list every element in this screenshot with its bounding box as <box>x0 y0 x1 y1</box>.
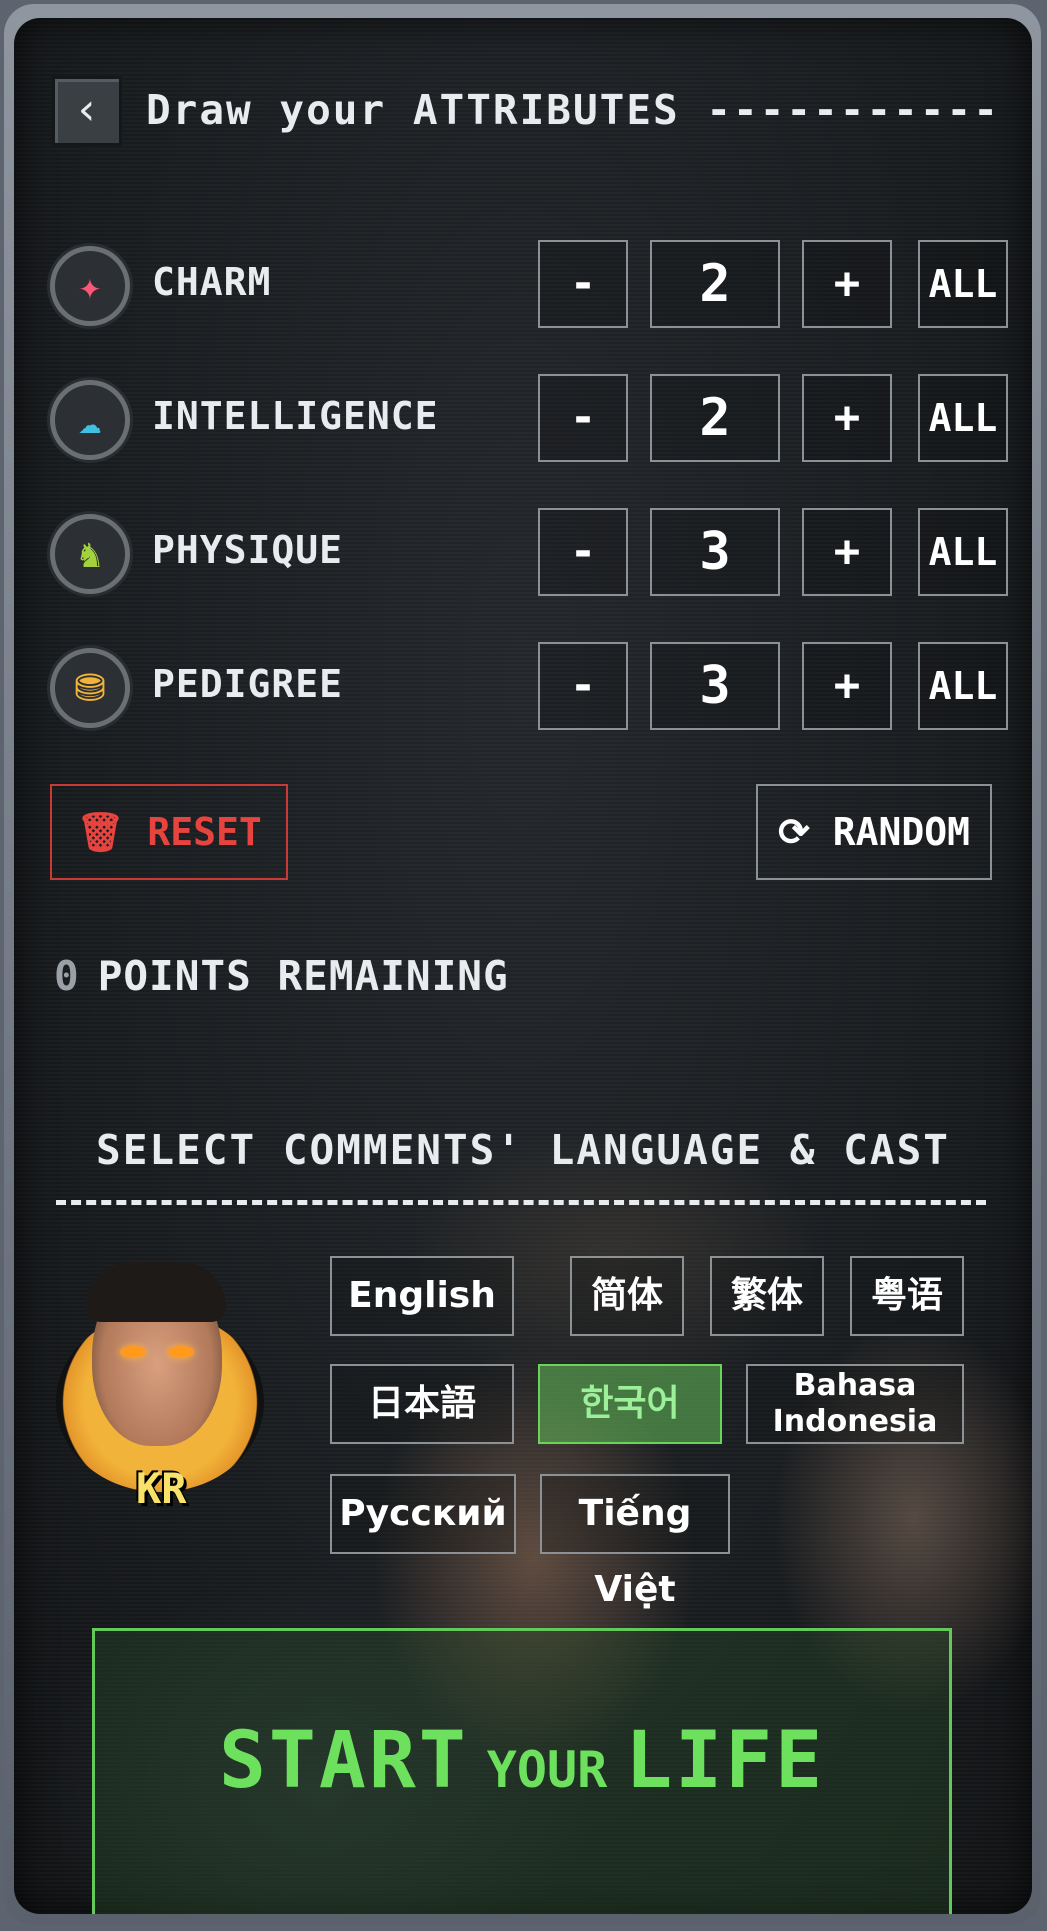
decrease-button[interactable]: - <box>538 374 628 462</box>
your-word: YOUR <box>486 1741 608 1799</box>
decrease-button[interactable]: - <box>538 508 628 596</box>
increase-button[interactable]: + <box>802 374 892 462</box>
flexed-bicep-icon: ♞ <box>78 532 102 576</box>
attribute-label: PHYSIQUE <box>152 528 344 572</box>
attribute-icon-ring: ✦ <box>50 246 130 326</box>
increase-button[interactable]: + <box>802 240 892 328</box>
language-option[interactable]: 日本語 <box>330 1364 514 1444</box>
avatar-hair <box>86 1262 226 1322</box>
page-title: Draw your ATTRIBUTES ----------- <box>146 86 1000 134</box>
language-option[interactable]: 繁体 <box>710 1256 824 1336</box>
trash-icon: 🗑 <box>76 810 125 854</box>
attribute-value: 2 <box>650 374 780 462</box>
all-button[interactable]: ALL <box>918 374 1008 462</box>
increase-button[interactable]: + <box>802 642 892 730</box>
attribute-label: PEDIGREE <box>152 662 344 706</box>
all-button[interactable]: ALL <box>918 508 1008 596</box>
decrease-button[interactable]: - <box>538 240 628 328</box>
start-word: START <box>218 1716 469 1806</box>
cast-avatar[interactable]: KR <box>50 1262 270 1513</box>
decrease-button[interactable]: - <box>538 642 628 730</box>
reset-button[interactable]: 🗑 RESET <box>50 784 288 880</box>
random-label: RANDOM <box>832 810 970 854</box>
avatar-eye-right <box>168 1346 194 1358</box>
attribute-label: CHARM <box>152 260 272 304</box>
attribute-value: 3 <box>650 508 780 596</box>
avatar-eye-left <box>120 1346 146 1358</box>
language-section-title: SELECT COMMENTS' LANGUAGE & CAST <box>96 1126 950 1174</box>
increase-button[interactable]: + <box>802 508 892 596</box>
back-button[interactable]: ‹ <box>52 76 122 146</box>
divider <box>56 1200 986 1205</box>
language-option[interactable]: English <box>330 1256 514 1336</box>
life-word: LIFE <box>625 1716 826 1806</box>
chevron-left-icon: ‹ <box>73 84 101 135</box>
start-your-life-button[interactable]: START YOUR LIFE <box>92 1628 952 1914</box>
points-remaining: 0 POINTS REMAINING <box>54 952 509 1000</box>
attribute-icon-ring: ☁ <box>50 380 130 460</box>
language-option[interactable]: Bahasa Indonesia <box>746 1364 964 1444</box>
language-option[interactable]: 한국어 <box>538 1364 722 1444</box>
language-option[interactable]: Tiếng Việt <box>540 1474 730 1610</box>
refresh-icon: ⟳ <box>777 810 810 854</box>
all-button[interactable]: ALL <box>918 240 1008 328</box>
attribute-value: 3 <box>650 642 780 730</box>
attribute-row-intelligence: ☁ INTELLIGENCE -2 + ALL <box>50 374 1010 466</box>
attribute-icon-ring: ♞ <box>50 514 130 594</box>
reset-label: RESET <box>147 810 262 854</box>
sparkles-icon: ✦ <box>78 264 102 308</box>
points-value: 0 <box>54 952 80 1000</box>
brain-icon: ☁ <box>78 398 102 442</box>
coins-icon: ⛃ <box>74 666 106 710</box>
points-label: POINTS REMAINING <box>97 952 509 1000</box>
language-option[interactable]: 简体 <box>570 1256 684 1336</box>
language-option[interactable]: Русский <box>330 1474 516 1554</box>
avatar-tag: KR <box>136 1464 187 1513</box>
attribute-label: INTELLIGENCE <box>152 394 439 438</box>
attribute-row-charm: ✦ CHARM -2 + ALL <box>50 240 1010 332</box>
attribute-icon-ring: ⛃ <box>50 648 130 728</box>
game-screen: ‹ Draw your ATTRIBUTES ----------- ✦ CHAR… <box>14 18 1032 1914</box>
language-option[interactable]: 粤语 <box>850 1256 964 1336</box>
all-button[interactable]: ALL <box>918 642 1008 730</box>
random-button[interactable]: ⟳ RANDOM <box>756 784 992 880</box>
attribute-row-physique: ♞ PHYSIQUE -3 + ALL <box>50 508 1010 600</box>
attribute-row-pedigree: ⛃ PEDIGREE -3 + ALL <box>50 642 1010 734</box>
attribute-value: 2 <box>650 240 780 328</box>
